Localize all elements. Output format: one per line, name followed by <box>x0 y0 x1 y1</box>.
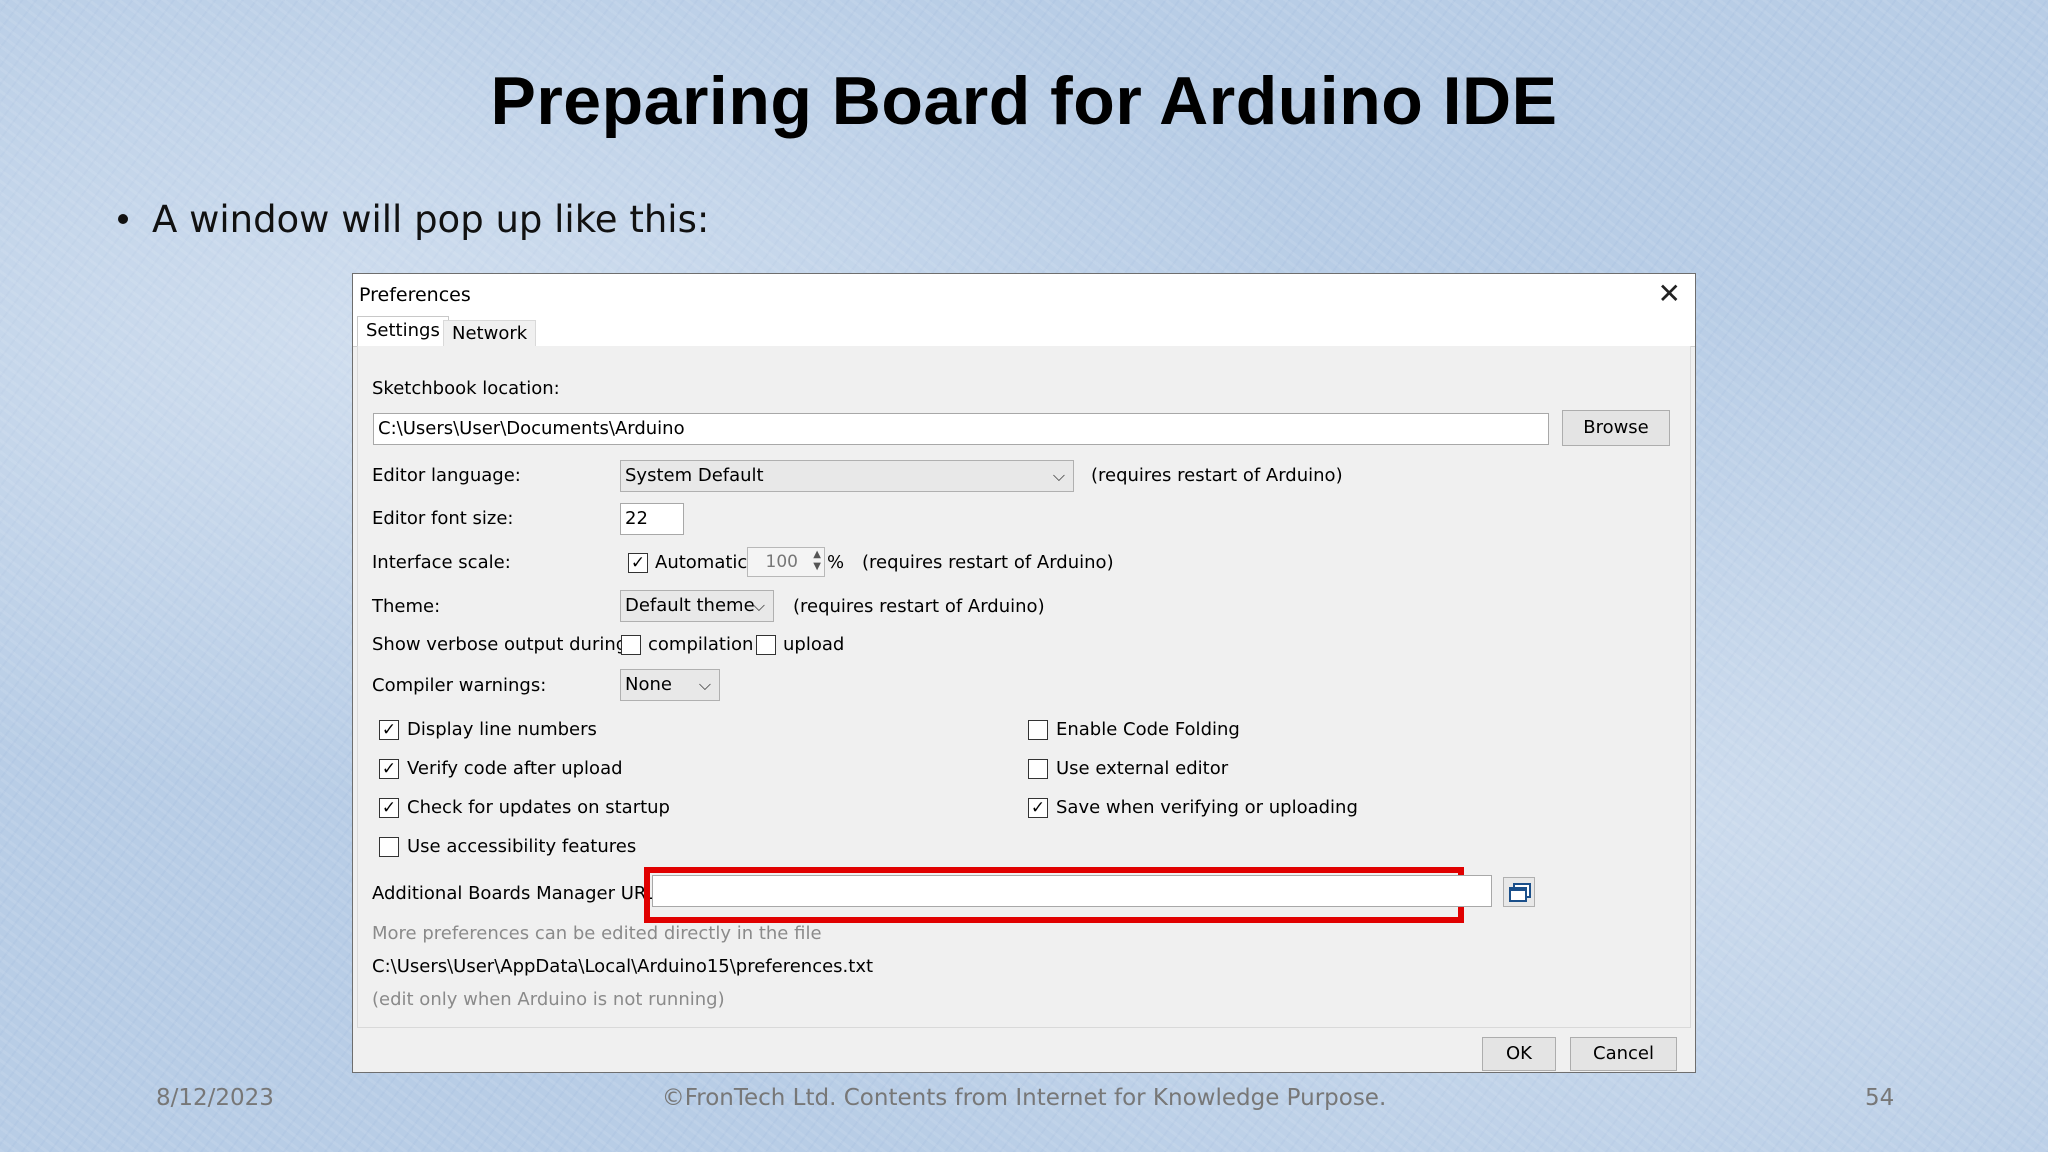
percent-sign: % <box>827 552 845 573</box>
compilation-checkbox[interactable] <box>621 635 641 655</box>
page-number: 54 <box>1865 1085 1895 1111</box>
edit-note: (edit only when Arduino is not running) <box>372 989 725 1010</box>
spinner-arrows-icon[interactable]: ▲ ▼ <box>813 549 821 573</box>
upload-label: upload <box>783 634 845 655</box>
display-line-numbers-checkbox[interactable]: ✓ <box>379 720 399 740</box>
boards-urls-label: Additional Boards Manager URLs: <box>372 883 672 904</box>
theme-label: Theme: <box>372 596 441 617</box>
font-size-input[interactable]: 22 <box>620 503 684 535</box>
close-icon[interactable]: ✕ <box>1658 280 1681 308</box>
scale-value: 100 <box>765 552 798 572</box>
footer-center: ©FronTech Ltd. Contents from Internet fo… <box>661 1085 1387 1111</box>
prefs-path: C:\Users\User\AppData\Local\Arduino15\pr… <box>372 956 874 977</box>
bullet-text: A window will pop up like this: <box>118 198 709 241</box>
theme-restart-note: (requires restart of Arduino) <box>793 596 1045 617</box>
cancel-button[interactable]: Cancel <box>1570 1037 1677 1071</box>
sketchbook-input[interactable]: C:\Users\User\Documents\Arduino <box>373 413 1549 445</box>
slide-title: Preparing Board for Arduino IDE <box>490 63 1558 139</box>
window-list-icon <box>1509 883 1531 902</box>
verify-after-upload-label: Verify code after upload <box>407 758 623 779</box>
display-line-numbers-label: Display line numbers <box>407 719 597 740</box>
check-updates-label: Check for updates on startup <box>407 797 670 818</box>
code-folding-label: Enable Code Folding <box>1056 719 1240 740</box>
interface-scale-label: Interface scale: <box>372 552 511 573</box>
scale-spinner[interactable]: 100 ▲ ▼ <box>747 547 825 577</box>
editor-language-select[interactable]: System Default ⌵ <box>620 460 1074 492</box>
compiler-warnings-select[interactable]: None ⌵ <box>620 669 720 701</box>
upload-checkbox[interactable] <box>756 635 776 655</box>
theme-value: Default theme <box>625 595 755 616</box>
check-updates-checkbox[interactable]: ✓ <box>379 798 399 818</box>
compilation-label: compilation <box>648 634 754 655</box>
dialog-title: Preferences <box>359 284 471 306</box>
bullet-dot <box>118 213 128 224</box>
external-editor-label: Use external editor <box>1056 758 1229 779</box>
font-size-label: Editor font size: <box>372 508 514 529</box>
editor-language-label: Editor language: <box>372 465 521 486</box>
chevron-down-icon: ⌵ <box>698 675 711 694</box>
edit-urls-button[interactable] <box>1503 877 1535 907</box>
compiler-warnings-label: Compiler warnings: <box>372 675 547 696</box>
verbose-label: Show verbose output during: <box>372 634 634 655</box>
more-prefs-note: More preferences can be edited directly … <box>372 923 822 944</box>
save-when-verifying-label: Save when verifying or uploading <box>1056 797 1358 818</box>
automatic-checkbox[interactable]: ✓ <box>628 553 648 573</box>
scale-restart-note: (requires restart of Arduino) <box>862 552 1114 573</box>
theme-select[interactable]: Default theme ⌵ <box>620 590 774 622</box>
code-folding-checkbox[interactable] <box>1028 720 1048 740</box>
sketchbook-label: Sketchbook location: <box>372 378 560 399</box>
bullet-label: A window will pop up like this: <box>152 198 710 241</box>
chevron-down-icon: ⌵ <box>752 596 765 615</box>
preferences-dialog: Preferences ✕ Settings Network Sketchboo… <box>352 273 1696 1073</box>
tab-network[interactable]: Network <box>443 320 537 346</box>
tab-settings[interactable]: Settings <box>357 316 449 347</box>
external-editor-checkbox[interactable] <box>1028 759 1048 779</box>
language-restart-note: (requires restart of Arduino) <box>1091 465 1343 486</box>
ok-button[interactable]: OK <box>1482 1037 1556 1071</box>
tab-bar: Settings Network <box>353 316 1695 347</box>
verify-after-upload-checkbox[interactable]: ✓ <box>379 759 399 779</box>
compiler-warnings-value: None <box>625 674 672 695</box>
browse-button[interactable]: Browse <box>1562 410 1670 446</box>
boards-urls-input[interactable] <box>652 875 1492 907</box>
automatic-label: Automatic <box>655 552 748 573</box>
accessibility-label: Use accessibility features <box>407 836 637 857</box>
editor-language-value: System Default <box>625 465 764 486</box>
save-when-verifying-checkbox[interactable]: ✓ <box>1028 798 1048 818</box>
accessibility-checkbox[interactable] <box>379 837 399 857</box>
titlebar: Preferences ✕ <box>353 274 1695 316</box>
chevron-down-icon: ⌵ <box>1052 466 1065 485</box>
